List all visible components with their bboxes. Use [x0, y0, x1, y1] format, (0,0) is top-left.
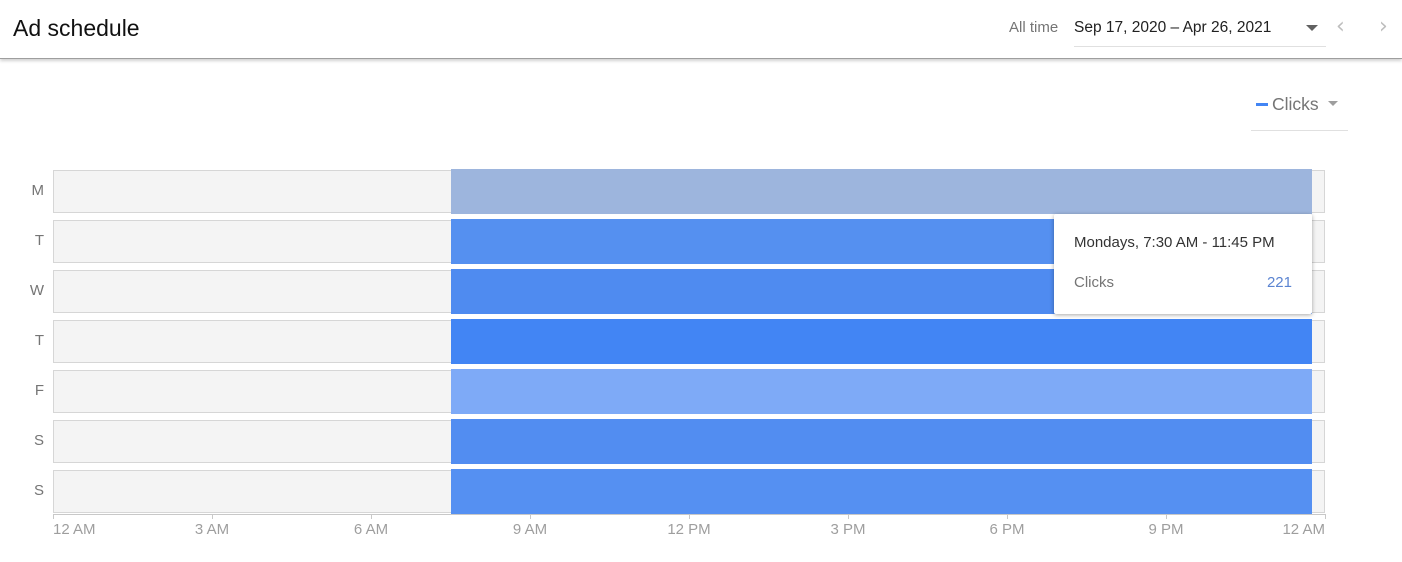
x-axis-tick-label: 6 PM	[989, 521, 1025, 538]
day-label: T	[34, 232, 44, 249]
schedule-bar[interactable]	[450, 169, 1312, 214]
day-label: M	[31, 182, 45, 199]
x-axis-tick	[371, 514, 372, 519]
tooltip-metric-value: 221	[1266, 274, 1292, 291]
x-axis-tick-label: 12 PM	[667, 521, 711, 538]
x-axis-tick	[1007, 514, 1008, 519]
x-axis-tick	[848, 514, 849, 519]
day-label: S	[33, 482, 44, 499]
x-axis-tick-label: 12 AM	[53, 521, 96, 538]
day-label: S	[33, 432, 44, 449]
tooltip-title: Mondays, 7:30 AM - 11:45 PM	[1074, 234, 1275, 251]
day-label: T	[34, 332, 44, 349]
schedule-bar[interactable]	[450, 419, 1312, 464]
x-axis-tick-label: 9 AM	[512, 521, 548, 538]
schedule-bar[interactable]	[450, 369, 1312, 414]
x-axis-tick-label: 12 AM	[1282, 521, 1325, 538]
schedule-bar[interactable]	[450, 319, 1312, 364]
x-axis-tick-label: 6 AM	[353, 521, 389, 538]
schedule-bar[interactable]	[450, 469, 1312, 514]
x-axis-tick-label: 3 PM	[830, 521, 866, 538]
x-axis-tick	[1325, 514, 1326, 519]
x-axis-tick-label: 3 AM	[194, 521, 230, 538]
x-axis-tick-label: 9 PM	[1148, 521, 1184, 538]
x-axis-tick	[1166, 514, 1167, 519]
day-label: F	[34, 382, 44, 399]
x-axis-tick	[53, 514, 54, 519]
x-axis-tick	[530, 514, 531, 519]
x-axis-tick	[689, 514, 690, 519]
day-label: W	[29, 282, 44, 299]
tooltip-metric-label: Clicks	[1074, 274, 1114, 291]
x-axis-tick	[212, 514, 213, 519]
chart-tooltip: Mondays, 7:30 AM - 11:45 PM Clicks 221	[1054, 214, 1312, 314]
